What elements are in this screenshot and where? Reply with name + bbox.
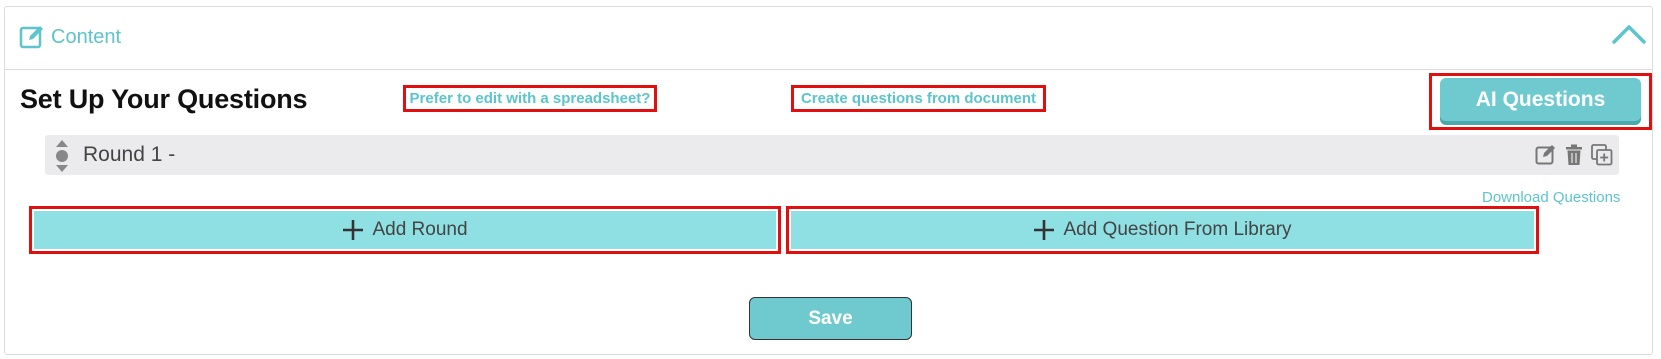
trash-icon[interactable] — [1563, 144, 1585, 166]
add-question-from-library-button[interactable]: Add Question From Library — [791, 211, 1534, 249]
edit-icon[interactable] — [1535, 144, 1557, 166]
add-library-label: Add Question From Library — [1063, 219, 1292, 240]
save-button[interactable]: Save — [749, 297, 912, 340]
ai-questions-box: AI Questions — [1429, 73, 1652, 130]
add-round-box: Add Round — [29, 206, 781, 254]
document-link-box: Create questions from document — [791, 85, 1046, 112]
round-actions — [1535, 144, 1613, 166]
panel-title: Content — [51, 26, 122, 48]
round-label: Round 1 - — [83, 143, 176, 166]
spreadsheet-link[interactable]: Prefer to edit with a spreadsheet? — [410, 90, 651, 107]
plus-icon — [1034, 220, 1055, 240]
panel-header[interactable]: Content — [5, 7, 1652, 70]
page-title: Set Up Your Questions — [20, 84, 308, 114]
edit-square-icon — [19, 26, 43, 49]
drag-handle-icon[interactable] — [55, 140, 69, 172]
add-round-label: Add Round — [372, 219, 468, 240]
add-round-button[interactable]: Add Round — [34, 211, 776, 249]
add-library-box: Add Question From Library — [786, 206, 1539, 254]
spreadsheet-link-box: Prefer to edit with a spreadsheet? — [403, 85, 657, 112]
ai-questions-button[interactable]: AI Questions — [1440, 78, 1641, 121]
round-row[interactable]: Round 1 - — [45, 135, 1619, 175]
chevron-up-icon[interactable] — [1611, 21, 1647, 47]
download-questions-link[interactable]: Download Questions — [1482, 189, 1620, 206]
create-from-document-link[interactable]: Create questions from document — [801, 90, 1036, 107]
copy-plus-icon[interactable] — [1591, 144, 1613, 166]
plus-icon — [343, 220, 364, 240]
